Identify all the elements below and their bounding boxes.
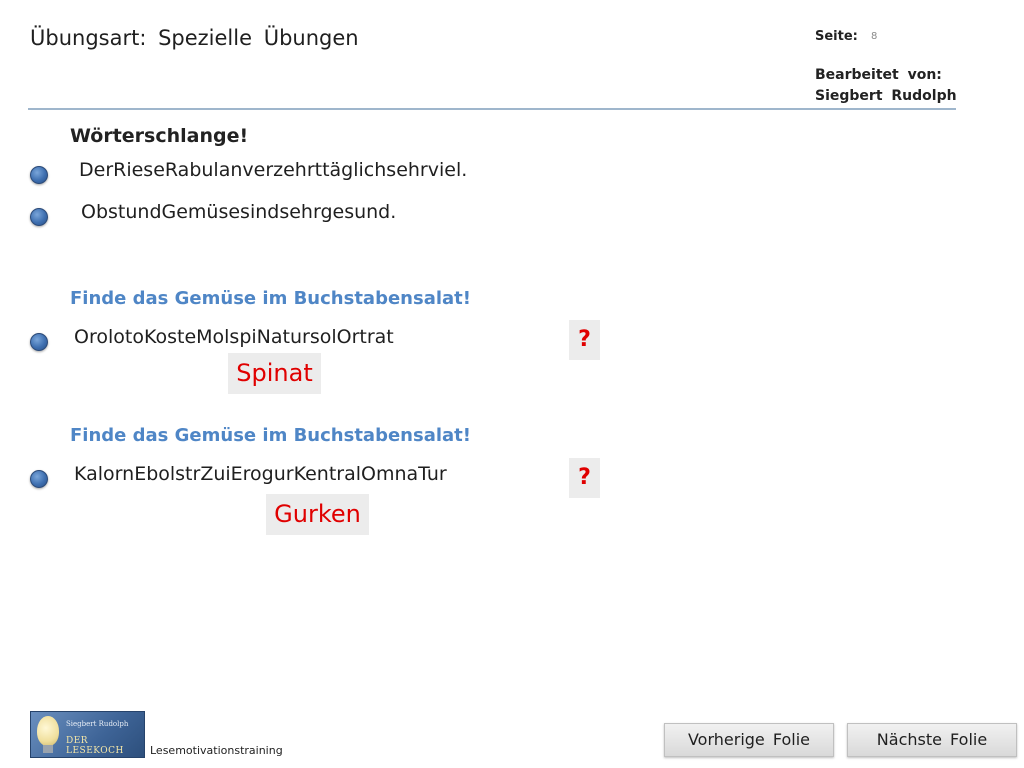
letter-puzzle-1: OrolotoKosteMolspiNatursolOrtrat: [74, 326, 394, 348]
answer-gurken: Gurken: [266, 494, 369, 535]
lesekoch-logo: Siegbert Rudolph DER LESEKOCH: [30, 711, 145, 758]
lightbulb-icon: [37, 716, 59, 746]
edited-by-label: Bearbeitet von:: [815, 67, 942, 83]
lightbulb-base: [43, 745, 53, 753]
section-heading-word-snake: Wörterschlange!: [70, 125, 249, 147]
page-label: Seite:: [815, 29, 858, 44]
bullet-button-3[interactable]: [30, 333, 48, 351]
section-heading-vegetable-2: Finde das Gemüse im Buchstabensalat!: [70, 425, 471, 446]
letter-puzzle-2: KalornEbolstrZuiErogurKentralOmnaTur: [74, 463, 447, 485]
header-divider: [28, 108, 956, 110]
bullet-button-2[interactable]: [30, 208, 48, 226]
next-slide-button[interactable]: Nächste Folie: [847, 723, 1017, 757]
page-title: Übungsart: Spezielle Übungen: [30, 26, 359, 50]
answer-spinat: Spinat: [228, 353, 321, 394]
bullet-button-1[interactable]: [30, 166, 48, 184]
word-snake-line-2: ObstundGemüsesindsehrgesund.: [81, 201, 397, 223]
word-snake-line-1: DerRieseRabulanverzehrttäglichsehrviel.: [79, 159, 468, 181]
footer-caption: Lesemotivationstraining: [150, 744, 283, 757]
reveal-button-1[interactable]: ?: [569, 320, 600, 360]
logo-brand: DER LESEKOCH: [66, 736, 124, 756]
editor-name: Siegbert Rudolph: [815, 88, 957, 104]
bullet-button-4[interactable]: [30, 470, 48, 488]
page-number: 8: [871, 31, 878, 42]
section-heading-vegetable-1: Finde das Gemüse im Buchstabensalat!: [70, 288, 471, 309]
logo-author: Siegbert Rudolph: [66, 720, 129, 728]
reveal-button-2[interactable]: ?: [569, 458, 600, 498]
previous-slide-button[interactable]: Vorherige Folie: [664, 723, 834, 757]
